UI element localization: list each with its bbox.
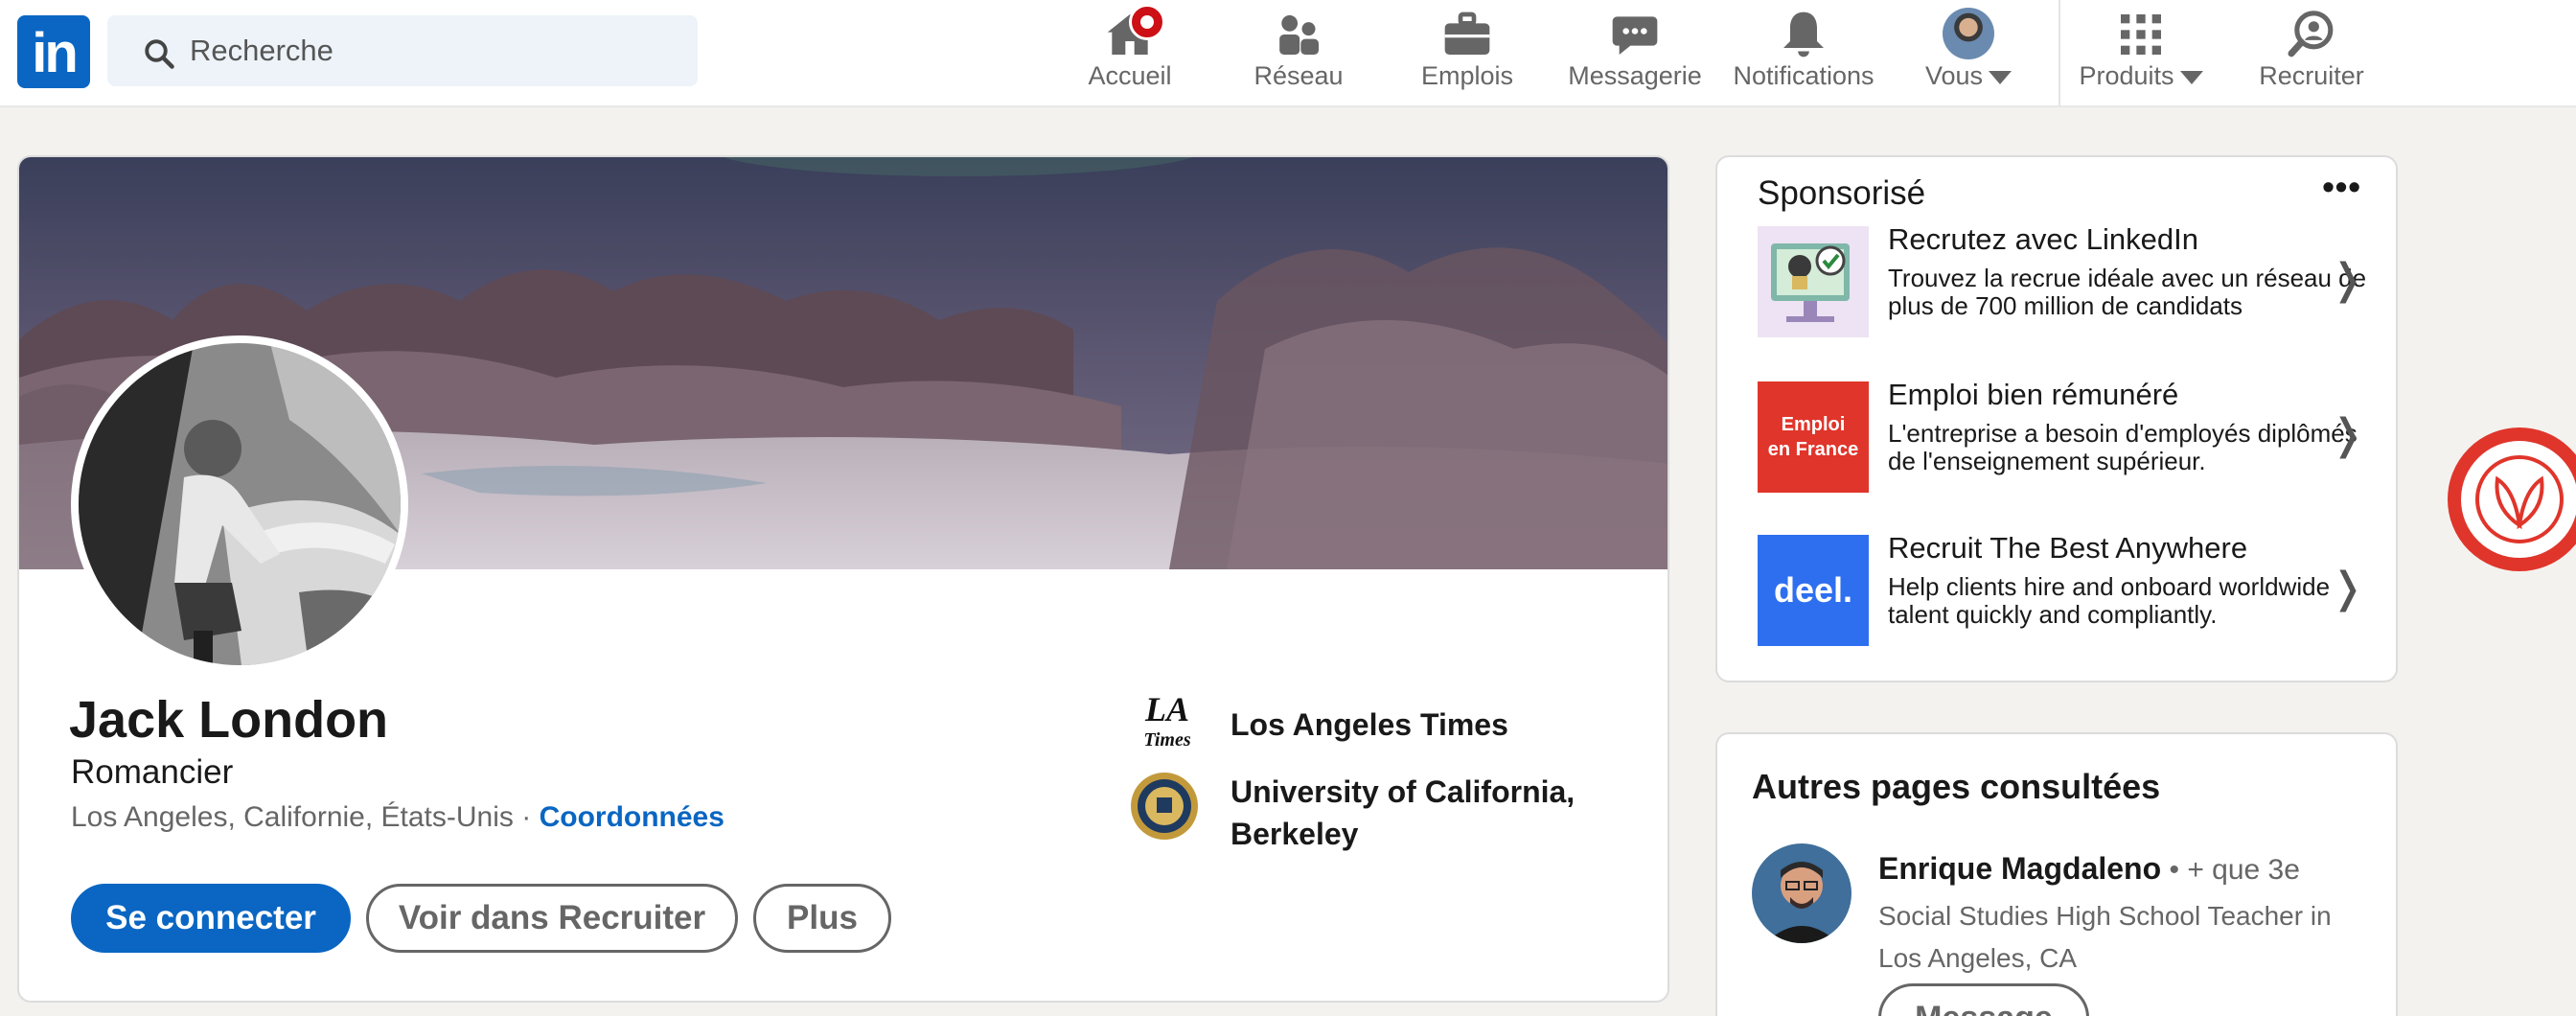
nav-network-label: Réseau [1254,61,1344,90]
ad-description: L'entreprise a besoin d'employés diplômé… [1888,419,2358,475]
briefcase-icon [1444,12,1490,55]
ad-deel-logo: deel. [1758,535,1869,646]
ad-item[interactable]: deel. Recruit The Best Anywhere Help cli… [1758,531,2371,679]
profile-headline: Romancier [71,753,234,791]
person-avatar[interactable] [1752,843,1852,943]
more-button[interactable]: Plus [753,884,891,953]
messaging-icon [1612,16,1658,55]
person-name-line[interactable]: Enrique Magdaleno • + que 3e [1878,851,2300,887]
me-avatar [1943,8,1994,59]
ad-linkedin-illustration [1758,226,1869,337]
chevron-down-icon [1989,70,2012,84]
nav-products-label: Produits [2070,61,2212,91]
ad-logo-line: en France [1767,439,1859,460]
ad-description: Trouvez la recrue idéale avec un réseau … [1888,264,2367,320]
person-name: Enrique Magdaleno [1878,851,2162,886]
people-also-viewed-title: Autres pages consultées [1752,767,2161,806]
nav-products[interactable]: Produits [2070,0,2212,105]
nav-home-label: Accueil [1088,61,1172,90]
notification-badge [1129,4,1165,40]
nav-notifications[interactable]: Notifications [1725,0,1882,105]
global-nav: in Accueil Réseau Emplois [0,0,2576,107]
ad-logo-line: Emploi [1781,414,1846,435]
search-bar[interactable] [107,15,698,86]
svg-text:LA: LA [1144,690,1189,728]
search-input[interactable] [190,15,669,86]
floating-extension-button[interactable] [2448,427,2576,571]
ad-description: Help clients hire and onboard worldwide … [1888,572,2331,629]
org-uc-berkeley-line1: University of California, [1230,774,1576,809]
org-uc-berkeley-line2: Berkeley [1230,817,1359,851]
org-uc-berkeley[interactable]: University of California, Berkeley [1230,771,1575,855]
nav-me[interactable]: Vous [1915,0,2022,105]
sponsored-title: Sponsorisé [1758,174,1926,212]
ad-item[interactable]: Recrutez avec LinkedIn Trouvez la recrue… [1758,222,2371,370]
more-options-icon[interactable]: ••• [2322,167,2361,207]
chevron-right-icon[interactable]: ❭ [2330,410,2365,459]
profile-location-line: Los Angeles, Californie, États-Unis · Co… [71,801,724,834]
profile-card: Jack London Romancier Los Angeles, Calif… [17,155,1669,1003]
contact-info-link[interactable]: Coordonnées [540,801,724,833]
message-button[interactable]: Message [1878,983,2089,1016]
chevron-right-icon[interactable]: ❭ [2330,564,2365,612]
profile-name: Jack London [69,691,389,749]
ad-title: Recrutez avec LinkedIn [1888,222,2198,256]
search-icon [145,39,174,69]
view-in-recruiter-button[interactable]: Voir dans Recruiter [366,884,738,953]
profile-location: Los Angeles, Californie, États-Unis [71,801,514,833]
chevron-right-icon[interactable]: ❭ [2330,255,2365,304]
connection-degree: • + que 3e [2161,854,2300,886]
separator: · [513,801,540,833]
people-also-viewed-card: Autres pages consultées Enrique Magdalen… [1715,732,2398,1016]
recruiter-icon [2288,11,2334,58]
nav-jobs-label: Emplois [1420,61,1514,90]
nav-messaging-label: Messagerie [1568,61,1702,90]
profile-photo[interactable] [71,335,408,673]
ad-item[interactable]: Emploi en France Emploi bien rémunéré L'… [1758,378,2371,525]
nav-jobs[interactable]: Emplois [1409,0,1526,105]
nav-me-label: Vous [1915,61,2022,91]
profile-photo-image [79,343,401,665]
nav-recruiter-label: Recruiter [2259,61,2364,90]
sponsored-card: Sponsorisé ••• Recrutez avec LinkedIn Tr… [1715,155,2398,682]
org-la-times[interactable]: Los Angeles Times [1230,704,1508,746]
chevron-down-icon [2179,70,2203,84]
nav-divider [2058,0,2060,105]
ad-title: Recruit The Best Anywhere [1888,531,2248,565]
connect-button[interactable]: Se connecter [71,884,351,953]
nav-recruiter[interactable]: Recruiter [2242,0,2380,105]
nav-network[interactable]: Réseau [1240,0,1357,105]
ad-emploi-logo: Emploi en France [1758,381,1869,493]
svg-text:Times: Times [1143,729,1190,750]
ad-title: Emploi bien rémunéré [1888,378,2179,411]
network-icon [1279,14,1319,55]
nav-messaging[interactable]: Messagerie [1560,0,1710,105]
leaf-icon [2475,455,2564,543]
grid-icon [2121,14,2161,55]
person-headline: Social Studies High School Teacher in Lo… [1878,901,2332,973]
la-times-logo: LA Times [1143,690,1190,750]
nav-notifications-label: Notifications [1733,61,1874,90]
bell-icon [1783,12,1824,58]
nav-home[interactable]: Accueil [1071,0,1188,105]
linkedin-logo[interactable]: in [17,15,90,88]
uc-berkeley-seal [1131,773,1198,840]
